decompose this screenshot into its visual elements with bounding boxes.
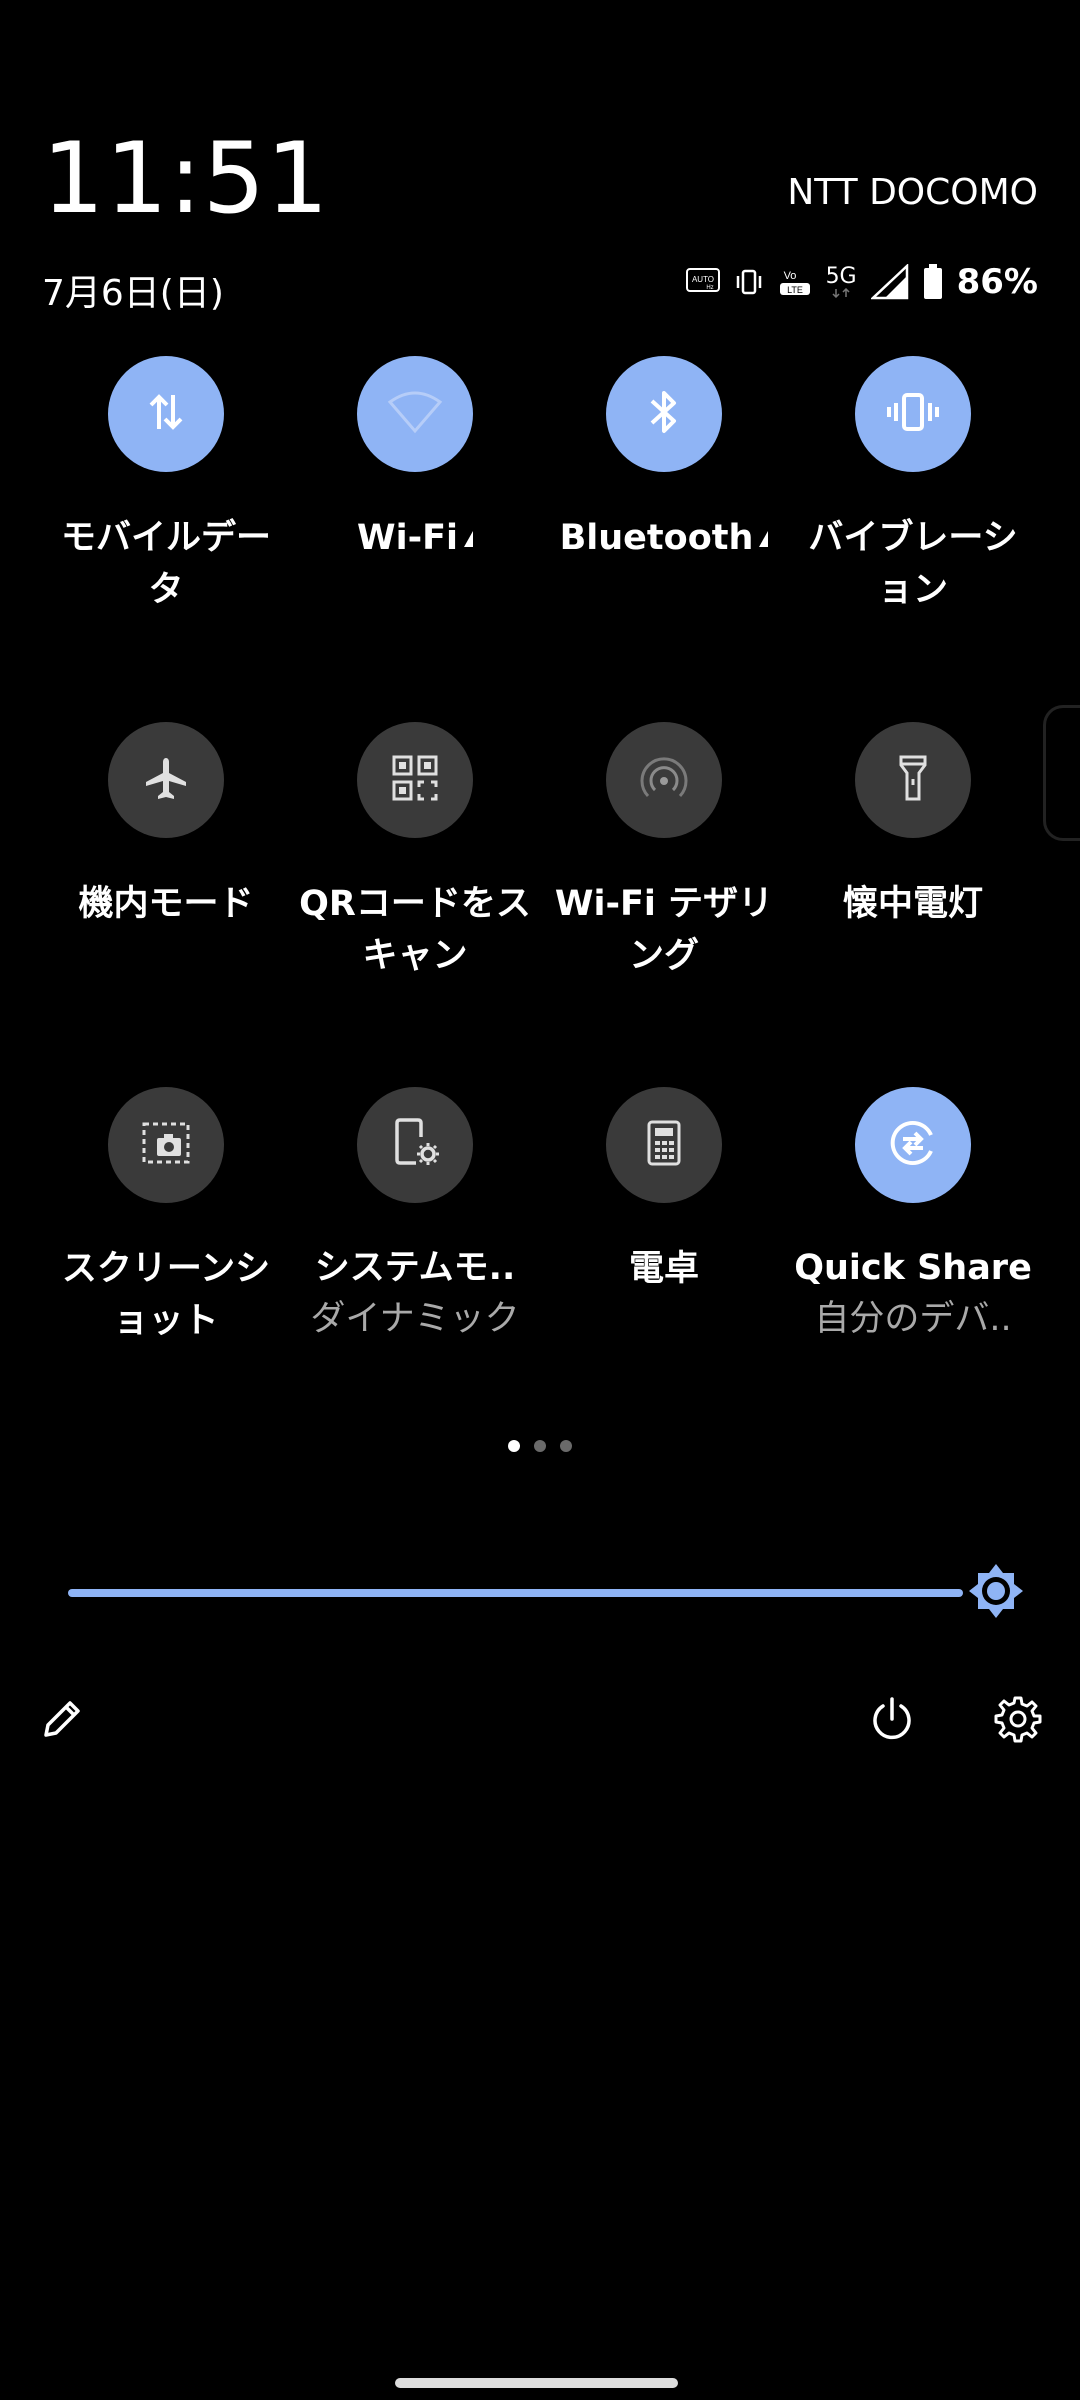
network-5g-icon: 5G [826, 266, 857, 298]
tile-label-wrap: Bluetooth [544, 512, 784, 564]
tile-label: システムモ.. [314, 1248, 516, 1288]
tile-label: Quick Share [794, 1248, 1032, 1288]
tile-wifi-tethering-toggle[interactable] [606, 722, 722, 838]
tile-flashlight-toggle[interactable] [855, 722, 971, 838]
tile-label: Wi-Fi テザリング [554, 884, 774, 976]
status-icons: AUTO Hz Vo LTE 5G 86% [685, 262, 1038, 302]
tile-sublabel: 自分のデバ.. [814, 1299, 1012, 1339]
settings-button[interactable] [990, 1693, 1046, 1749]
tile-label: モバイルデータ [60, 518, 271, 610]
brightness-thumb[interactable] [966, 1563, 1026, 1623]
tile-label: 機内モード [78, 884, 254, 924]
signal-arrow-icon [464, 531, 474, 547]
tile-calculator[interactable]: 電卓 [544, 1087, 784, 1295]
page-dot [534, 1440, 546, 1452]
tile-mobile-data[interactable]: モバイルデータ [46, 356, 286, 616]
tile-system-mode[interactable]: システムモ.. ダイナミック [295, 1087, 535, 1345]
qr-code-icon [390, 753, 440, 807]
tile-mobile-data-toggle[interactable] [108, 356, 224, 472]
tile-screenshot-toggle[interactable] [108, 1087, 224, 1203]
page-dot-active [508, 1440, 520, 1452]
network-type-label: 5G [825, 264, 857, 289]
vibrate-status-icon [734, 268, 764, 296]
auto-hz-icon: AUTO Hz [685, 268, 720, 296]
tile-vibration-toggle[interactable] [855, 356, 971, 472]
tile-label: Wi-Fi [356, 518, 459, 558]
brightness-sun-icon [967, 1562, 1025, 1624]
tile-qr-scan[interactable]: QRコードをスキャン [295, 722, 535, 982]
tile-vibration[interactable]: バイブレーション [793, 356, 1033, 616]
screenshot-icon [140, 1120, 192, 1170]
brightness-slider[interactable] [68, 1589, 963, 1597]
tile-system-mode-toggle[interactable] [357, 1087, 473, 1203]
signal-strength-icon [870, 264, 909, 300]
tile-flashlight[interactable]: 懐中電灯 [793, 722, 1033, 930]
mobile-data-icon [143, 389, 189, 439]
tile-label: バイブレーション [808, 518, 1018, 610]
tile-screenshot[interactable]: スクリーンショット [46, 1087, 286, 1347]
date-label[interactable]: 7月6日(日) [42, 264, 224, 316]
bluetooth-icon [646, 387, 682, 441]
system-mode-icon [390, 1117, 440, 1173]
airplane-icon [142, 754, 190, 806]
vibration-icon [885, 389, 941, 439]
tile-label: Bluetooth [559, 518, 754, 558]
edge-panel-handle[interactable] [1043, 705, 1080, 841]
svg-text:LTE: LTE [787, 285, 803, 295]
hotspot-icon [639, 753, 689, 807]
wifi-icon [387, 390, 443, 438]
tile-bluetooth-toggle[interactable] [606, 356, 722, 472]
svg-text:Vo: Vo [783, 270, 796, 282]
tile-label-wrap: Wi-Fi [295, 512, 535, 564]
signal-arrow-icon [759, 531, 769, 547]
tile-calculator-toggle[interactable] [606, 1087, 722, 1203]
flashlight-icon [893, 753, 933, 807]
tile-quick-share[interactable]: Quick Share 自分のデバ.. [793, 1087, 1033, 1345]
tile-bluetooth[interactable]: Bluetooth [544, 356, 784, 564]
tile-wifi[interactable]: Wi-Fi [295, 356, 535, 564]
tile-quick-share-toggle[interactable] [855, 1087, 971, 1203]
edit-tiles-button[interactable] [34, 1693, 90, 1749]
power-button[interactable] [864, 1693, 920, 1749]
tile-airplane[interactable]: 機内モード [46, 722, 286, 930]
svg-text:AUTO: AUTO [692, 275, 714, 284]
tile-label: QRコードをスキャン [299, 884, 531, 976]
battery-icon [923, 264, 943, 300]
page-dot [560, 1440, 572, 1452]
tile-label: スクリーンショット [61, 1249, 271, 1341]
quick-share-icon [887, 1117, 939, 1173]
tile-wifi-toggle[interactable] [357, 356, 473, 472]
tile-label: 電卓 [628, 1249, 699, 1289]
page-indicator [0, 1440, 1080, 1452]
clock-time[interactable]: 11:51 [42, 130, 329, 228]
svg-text:Hz: Hz [706, 285, 713, 291]
volte-icon: Vo LTE [778, 267, 812, 297]
carrier-name: NTT DOCOMO [787, 172, 1038, 213]
power-icon [867, 1694, 917, 1748]
pencil-icon [38, 1695, 86, 1747]
tile-sublabel: ダイナミック [310, 1299, 520, 1339]
tile-label: 懐中電灯 [842, 884, 983, 924]
gear-icon [993, 1694, 1043, 1748]
tile-qr-scan-toggle[interactable] [357, 722, 473, 838]
home-indicator[interactable] [395, 2378, 678, 2388]
tile-wifi-tethering[interactable]: Wi-Fi テザリング [544, 722, 784, 982]
battery-percent: 86% [956, 262, 1038, 302]
calculator-icon [646, 1119, 682, 1171]
tile-airplane-toggle[interactable] [108, 722, 224, 838]
